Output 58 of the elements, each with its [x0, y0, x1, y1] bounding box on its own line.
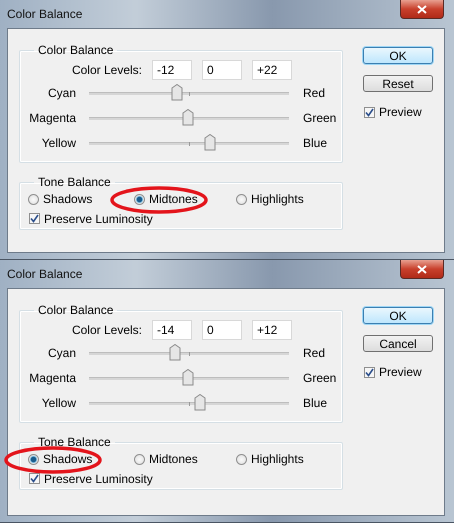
preserve-luminosity-checkbox[interactable]: Preserve Luminosity [29, 212, 153, 226]
slider-track[interactable] [89, 108, 289, 126]
close-button[interactable] [400, 260, 444, 279]
check-icon [30, 214, 39, 223]
slider-track[interactable] [89, 394, 289, 412]
close-button[interactable] [400, 0, 444, 19]
slider-right-label: Red [303, 346, 326, 360]
slider-track[interactable] [89, 344, 289, 362]
slider-left-label: Magenta [28, 110, 76, 124]
group-label: Tone Balance [37, 435, 112, 449]
slider-track[interactable] [89, 368, 289, 386]
preview-checkbox[interactable]: Preview [364, 105, 422, 119]
window-title: Color Balance [7, 6, 82, 21]
color-levels-label: Color Levels: [70, 323, 142, 337]
slider-left-label: Yellow [40, 136, 76, 150]
group-label: Color Balance [37, 303, 114, 317]
check-icon [30, 474, 39, 483]
slider-thumb[interactable] [204, 134, 216, 150]
dialog-button[interactable]: Cancel [363, 335, 433, 352]
slider-left-label: Cyan [46, 86, 76, 100]
preview-checkbox[interactable]: Preview [364, 365, 422, 379]
radio-option[interactable]: Highlights [236, 192, 304, 206]
slider-track[interactable] [89, 84, 289, 102]
radio-option[interactable]: Shadows [28, 192, 92, 206]
slider-thumb[interactable] [182, 368, 194, 386]
level-field[interactable]: -14 [152, 320, 192, 340]
close-icon [417, 264, 427, 274]
slider-left-label: Yellow [40, 396, 76, 410]
level-field[interactable]: 0 [202, 320, 242, 340]
radio-option[interactable]: Highlights [236, 452, 304, 466]
slider-thumb[interactable] [194, 394, 206, 410]
slider-right-label: Blue [303, 136, 328, 150]
slider-left-label: Cyan [46, 346, 76, 360]
slider-right-label: Green [303, 110, 336, 124]
level-field[interactable]: 0 [202, 60, 242, 80]
dialog-button[interactable]: Reset [363, 75, 433, 92]
slider-track[interactable] [89, 134, 289, 152]
slider-thumb[interactable] [182, 108, 194, 126]
color-levels-label: Color Levels: [70, 63, 142, 77]
level-field[interactable]: +12 [252, 320, 292, 340]
slider-left-label: Magenta [28, 370, 76, 384]
radio-option[interactable]: Midtones [134, 452, 198, 466]
dialog-button[interactable]: OK [363, 307, 433, 324]
group-label: Color Balance [37, 43, 114, 57]
preserve-luminosity-checkbox[interactable]: Preserve Luminosity [29, 472, 153, 486]
slider-thumb[interactable] [169, 344, 181, 360]
slider-right-label: Green [303, 370, 336, 384]
check-icon [365, 108, 374, 116]
slider-right-label: Blue [303, 396, 328, 410]
slider-thumb[interactable] [171, 84, 183, 100]
check-icon [365, 368, 374, 376]
group-label: Tone Balance [37, 175, 112, 189]
level-field[interactable]: +22 [252, 60, 292, 80]
window-title: Color Balance [7, 266, 82, 281]
level-field[interactable]: -12 [152, 60, 192, 80]
slider-right-label: Red [303, 86, 326, 100]
dialog-button[interactable]: OK [363, 47, 433, 64]
close-icon [417, 4, 427, 14]
